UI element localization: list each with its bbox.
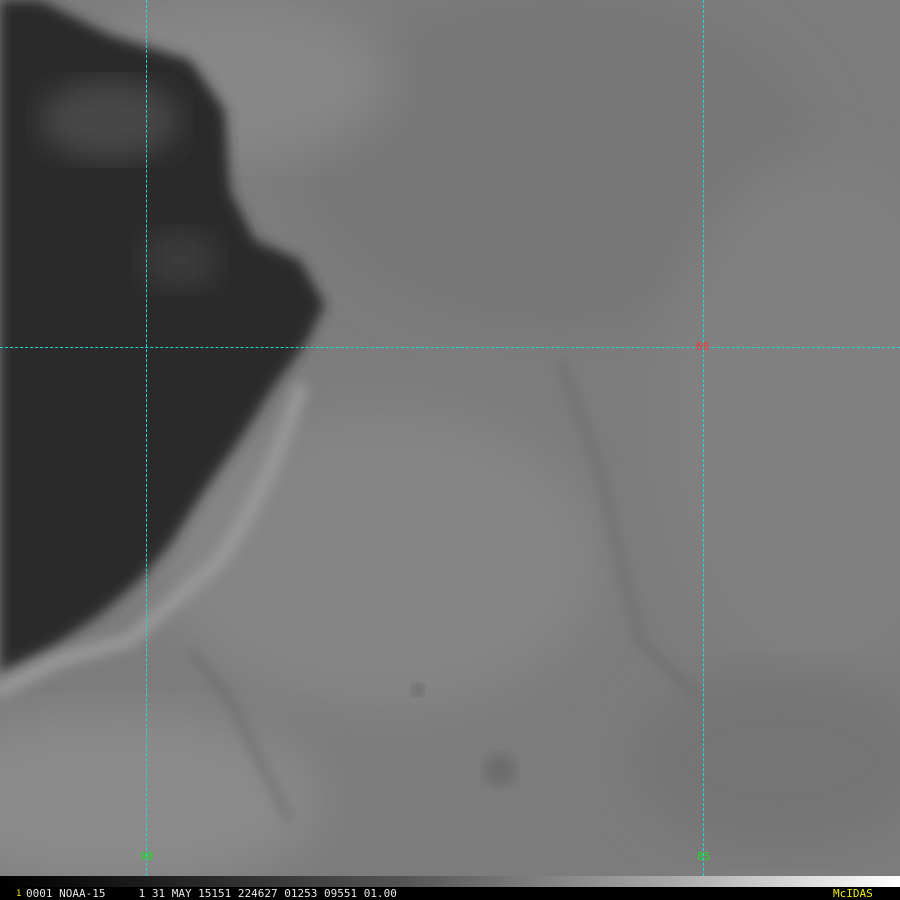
latitude-line-60 <box>0 347 900 348</box>
longitude-label: 85 <box>697 850 711 863</box>
satellite-image-frame: 90 85 60 1 0001 NOAA-15 1 31 MAY 15151 2… <box>0 0 900 900</box>
longitude-line-90 <box>146 0 147 876</box>
frame-number: 1 <box>16 889 22 899</box>
status-bar: 1 0001 NOAA-15 1 31 MAY 15151 224627 012… <box>0 887 900 900</box>
grayscale-bar <box>0 876 900 887</box>
image-metadata-text: 0001 NOAA-15 1 31 MAY 15151 224627 01253… <box>26 887 397 900</box>
longitude-line-85 <box>703 0 704 876</box>
longitude-label: 90 <box>140 850 154 863</box>
latitude-label: 60 <box>696 340 710 353</box>
mcidas-brand: McIDAS <box>833 887 873 900</box>
satellite-imagery <box>0 0 900 876</box>
